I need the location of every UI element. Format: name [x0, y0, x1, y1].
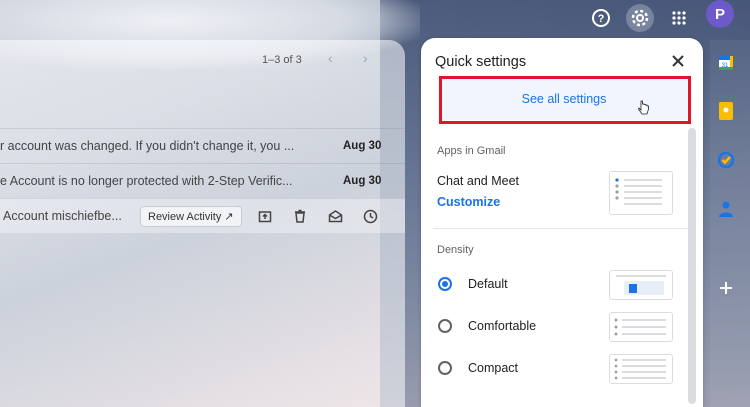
tasks-icon[interactable]	[714, 148, 738, 172]
chevron-left-icon[interactable]: ‹	[328, 50, 333, 66]
mail-date: Aug 30	[343, 140, 382, 152]
mail-date: Aug 30	[343, 175, 382, 187]
table-row[interactable]: e Account is no longer protected with 2-…	[0, 163, 405, 198]
calendar-icon[interactable]: 31	[714, 51, 738, 75]
density-comfortable-label[interactable]: Comfortable	[468, 319, 536, 333]
review-activity-button[interactable]: Review Activity ↗	[140, 206, 242, 227]
help-icon[interactable]: ?	[587, 4, 615, 32]
mouse-pointer-icon	[638, 100, 650, 121]
density-comfortable-thumbnail	[609, 312, 673, 342]
trash-icon[interactable]	[292, 208, 308, 224]
mark-unread-icon[interactable]	[327, 208, 343, 224]
svg-text:31: 31	[722, 63, 729, 69]
pager-count: 1–3 of 3	[262, 54, 302, 66]
density-compact-thumbnail	[609, 354, 673, 384]
mail-list-panel: 1–3 of 3 ‹ › r account was changed. If y…	[0, 40, 405, 407]
density-section-heading: Density	[437, 244, 474, 256]
section-divider	[433, 228, 688, 229]
quick-settings-panel: Quick settings See all settings Apps in …	[421, 38, 703, 407]
quick-settings-title: Quick settings	[435, 54, 527, 70]
table-row[interactable]: r account was changed. If you didn't cha…	[0, 128, 405, 163]
contacts-icon[interactable]	[714, 197, 738, 221]
density-default-label[interactable]: Default	[468, 277, 508, 291]
highlight-box	[439, 76, 691, 124]
customize-link[interactable]: Customize	[437, 195, 500, 209]
chevron-right-icon[interactable]: ›	[363, 50, 368, 66]
chat-meet-label: Chat and Meet	[437, 174, 519, 188]
chat-meet-thumbnail	[609, 171, 673, 215]
apps-section-heading: Apps in Gmail	[437, 145, 506, 157]
mail-subject: r account was changed. If you didn't cha…	[0, 139, 295, 153]
density-compact-label[interactable]: Compact	[468, 361, 518, 375]
density-default-radio[interactable]	[438, 277, 452, 291]
gear-icon[interactable]	[626, 4, 654, 32]
avatar[interactable]: P	[706, 0, 734, 28]
close-icon[interactable]	[669, 52, 687, 70]
archive-icon[interactable]	[257, 208, 273, 224]
density-compact-radio[interactable]	[438, 361, 452, 375]
density-default-thumbnail	[609, 270, 673, 300]
density-comfortable-radio[interactable]	[438, 319, 452, 333]
mail-subject: e Account is no longer protected with 2-…	[0, 174, 293, 188]
side-panel	[710, 40, 750, 407]
apps-grid-icon[interactable]	[665, 4, 693, 32]
svg-text:?: ?	[598, 13, 605, 25]
table-row[interactable]: Account mischiefbe... Review Activity ↗	[0, 198, 405, 233]
mail-subject: Account mischiefbe...	[3, 209, 122, 223]
snooze-clock-icon[interactable]	[362, 208, 378, 224]
keep-notes-icon[interactable]	[714, 99, 738, 123]
scrollbar[interactable]	[688, 128, 696, 404]
add-addon-icon[interactable]	[714, 276, 738, 300]
